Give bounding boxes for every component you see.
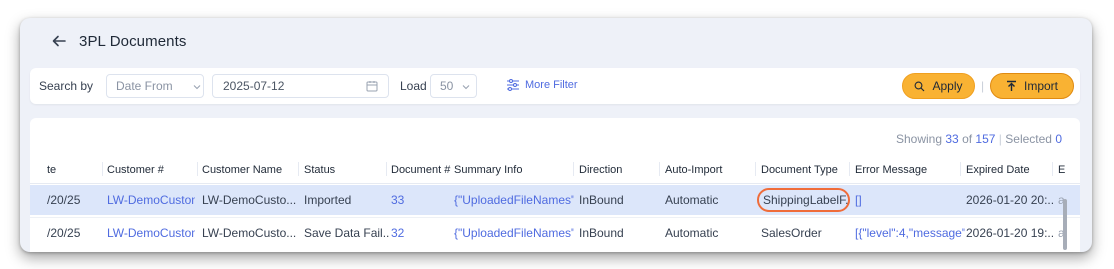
search-by-label: Search by [39, 79, 94, 93]
cell-expired-date: 2026-01-20 19:... [966, 226, 1054, 240]
column-divider[interactable] [659, 162, 660, 176]
filter-icon [507, 79, 519, 91]
date-from-input[interactable]: 2025-07-12 [212, 74, 389, 98]
cell-error-message[interactable]: [] [855, 193, 955, 207]
column-header-customer-number[interactable]: Customer # [107, 164, 192, 176]
table-row[interactable]: /20/25 LW-DemoCustom LW-DemoCusto... Sav… [30, 217, 1080, 247]
showing-label: Showing [895, 132, 943, 146]
column-divider[interactable] [386, 162, 387, 176]
chevron-down-icon [193, 85, 201, 90]
load-value: 50 [440, 79, 454, 93]
cell-summary-info[interactable]: {"UploadedFileNames":' [454, 193, 574, 207]
arrow-left-icon[interactable] [50, 32, 68, 50]
cell-auto-import: Automatic [665, 193, 719, 207]
filter-bar: Search by Date From 2025-07-12 Load 50 M… [30, 68, 1080, 104]
cell-date: /20/25 [47, 226, 81, 240]
cell-date: /20/25 [47, 193, 81, 207]
total-count: 157 [975, 132, 996, 146]
cell-status: Imported [304, 193, 352, 207]
column-divider[interactable] [573, 162, 574, 176]
load-select[interactable]: 50 [430, 74, 477, 98]
calendar-icon[interactable] [366, 80, 378, 92]
import-icon [1006, 80, 1016, 91]
column-header-truncated[interactable]: E [1058, 164, 1070, 176]
import-label: Import [1023, 79, 1058, 93]
cell-customer-name: LW-DemoCusto... [202, 193, 297, 207]
cell-customer-number[interactable]: LW-DemoCustom [107, 193, 195, 207]
column-divider[interactable] [102, 162, 103, 176]
column-header-customer-name[interactable]: Customer Name [202, 164, 292, 176]
load-label: Load [400, 79, 427, 93]
documents-table-panel: Showing 33 of 157 | Selected 0 te Custom… [30, 118, 1080, 252]
cell-direction: InBound [579, 193, 624, 207]
summary-separator: | [998, 132, 1002, 146]
column-header-summary-info[interactable]: Summary Info [454, 164, 564, 176]
cell-status: Save Data Fail... [304, 226, 390, 240]
column-divider[interactable] [197, 162, 198, 176]
column-header-document-type[interactable]: Document Type [761, 164, 849, 176]
page-title: 3PL Documents [79, 33, 187, 50]
cell-auto-import: Automatic [665, 226, 719, 240]
results-summary: Showing 33 of 157 | Selected 0 [896, 132, 1062, 146]
column-header-expired-date[interactable]: Expired Date [966, 164, 1046, 176]
apply-label: Apply [932, 79, 963, 93]
cell-document-number[interactable]: 33 [391, 193, 446, 207]
button-divider: | [981, 79, 985, 93]
cell-customer-name: LW-DemoCusto... [202, 226, 297, 240]
vertical-scrollbar[interactable] [1063, 199, 1067, 250]
cell-customer-number[interactable]: LW-DemoCustom [107, 226, 195, 240]
column-header-direction[interactable]: Direction [579, 164, 659, 176]
more-filter-label: More Filter [525, 79, 578, 91]
cell-direction: InBound [579, 226, 624, 240]
column-header-error-message[interactable]: Error Message [855, 164, 955, 176]
showing-count: 33 [945, 132, 959, 146]
table-row[interactable]: /20/25 LW-DemoCustom LW-DemoCusto... Imp… [30, 185, 1080, 215]
of-label: of [962, 132, 973, 146]
column-header-auto-import[interactable]: Auto-Import [665, 164, 750, 176]
cell-summary-info[interactable]: {"UploadedFileNames":' [454, 226, 574, 240]
column-header-document-number[interactable]: Document # [391, 164, 453, 176]
cell-error-message[interactable]: [{"level":4,"message" [855, 226, 965, 240]
selected-label: Selected [1005, 132, 1052, 146]
import-button[interactable]: Import [990, 73, 1074, 99]
chevron-down-icon [462, 85, 470, 90]
title-bar: 3PL Documents [20, 18, 1092, 64]
column-header-date[interactable]: te [47, 164, 87, 176]
cell-document-type: SalesOrder [761, 226, 822, 240]
more-filter-link[interactable]: More Filter [506, 79, 578, 91]
column-divider[interactable] [960, 162, 961, 176]
column-header-status[interactable]: Status [304, 164, 384, 176]
search-icon [915, 81, 925, 91]
column-divider[interactable] [298, 162, 299, 176]
selected-count: 0 [1055, 132, 1062, 146]
column-divider[interactable] [849, 162, 850, 176]
date-field-value: Date From [116, 79, 173, 93]
column-divider[interactable] [1052, 162, 1053, 176]
cell-expired-date: 2026-01-20 20:... [966, 193, 1054, 207]
table-header: te Customer # Customer Name Status Docum… [30, 154, 1080, 184]
apply-button[interactable]: Apply [902, 73, 975, 99]
date-field-select[interactable]: Date From [106, 74, 204, 98]
app-window: 3PL Documents Search by Date From 2025-0… [20, 18, 1092, 252]
document-type-highlight [757, 188, 850, 212]
date-from-value: 2025-07-12 [223, 79, 285, 93]
cell-document-number[interactable]: 32 [391, 226, 446, 240]
column-divider[interactable] [755, 162, 756, 176]
